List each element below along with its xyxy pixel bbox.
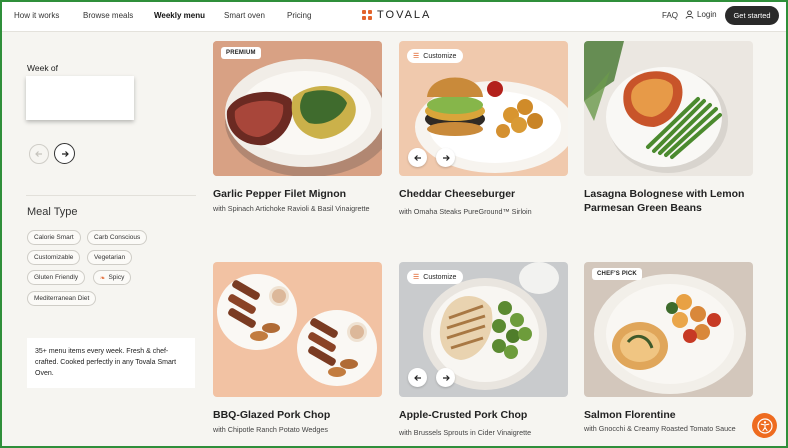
- filter-chip-gluten-friendly[interactable]: Gluten Friendly: [27, 270, 86, 285]
- arrow-left-icon: [35, 151, 42, 157]
- arrow-left-icon: [413, 374, 421, 381]
- brand-logo[interactable]: TOVALA: [362, 9, 431, 21]
- nav-smart-oven[interactable]: Smart oven: [224, 11, 265, 20]
- customize-badge[interactable]: ☰ Customize: [407, 49, 464, 63]
- arrow-right-icon: [442, 374, 450, 381]
- page: How it works Browse meals Weekly menu Sm…: [0, 0, 788, 448]
- chefs-pick-badge: CHEF'S PICK: [592, 268, 642, 280]
- filter-chip-mediterranean[interactable]: Mediterranean Diet: [27, 291, 97, 306]
- nav-how-it-works[interactable]: How it works: [14, 11, 59, 20]
- chili-icon: ❧: [100, 274, 106, 282]
- nav-weekly-menu[interactable]: Weekly menu: [154, 11, 205, 20]
- filter-chip-spicy-label: Spicy: [108, 274, 125, 281]
- meal-title[interactable]: Salmon Florentine: [584, 408, 759, 422]
- nav-pricing[interactable]: Pricing: [287, 11, 311, 20]
- accessibility-button[interactable]: [752, 413, 777, 438]
- meal-image-cheeseburger[interactable]: ☰ Customize: [399, 41, 568, 176]
- logo-mark-icon: [362, 10, 372, 20]
- sidebar-divider: [26, 195, 196, 196]
- sliders-icon: ☰: [413, 274, 420, 281]
- arrow-right-icon: [442, 154, 450, 161]
- image-prev-button[interactable]: [408, 368, 427, 387]
- meal-image-lasagna[interactable]: [584, 41, 753, 176]
- week-prev-button[interactable]: [29, 144, 49, 164]
- meal-type-heading: Meal Type: [27, 206, 78, 218]
- image-next-button[interactable]: [436, 148, 455, 167]
- login-label: Login: [697, 10, 717, 19]
- customize-label: Customize: [423, 273, 457, 281]
- arrow-right-icon: [61, 150, 69, 157]
- meal-image-filet-mignon[interactable]: PREMIUM: [213, 41, 382, 176]
- premium-badge: PREMIUM: [221, 47, 261, 59]
- meal-title[interactable]: BBQ-Glazed Pork Chop: [213, 408, 388, 422]
- filter-chip-calorie-smart[interactable]: Calorie Smart: [27, 230, 81, 245]
- customize-label: Customize: [423, 52, 457, 60]
- meal-title[interactable]: Cheddar Cheeseburger: [399, 187, 574, 201]
- meal-title[interactable]: Garlic Pepper Filet Mignon: [213, 187, 388, 201]
- meal-image-bbq-pork-chop[interactable]: [213, 262, 382, 397]
- meal-title[interactable]: Apple-Crusted Pork Chop: [399, 408, 574, 422]
- week-next-button[interactable]: [54, 143, 75, 164]
- person-icon: [685, 10, 694, 19]
- week-selector[interactable]: [26, 76, 134, 120]
- meal-subtitle: with Chipotle Ranch Potato Wedges: [213, 425, 328, 434]
- nav-faq[interactable]: FAQ: [662, 11, 678, 20]
- filter-chip-carb-conscious[interactable]: Carb Conscious: [87, 230, 148, 245]
- week-label: Week of: [27, 63, 59, 73]
- info-card: 35+ menu items every week. Fresh & chef-…: [27, 338, 195, 388]
- image-prev-button[interactable]: [408, 148, 427, 167]
- accessibility-icon: [756, 417, 773, 434]
- meal-subtitle: with Gnocchi & Creamy Roasted Tomato Sau…: [584, 424, 736, 433]
- meal-subtitle: with Brussels Sprouts in Cider Vinaigret…: [399, 428, 532, 437]
- meal-title[interactable]: Lasagna Bolognese with Lemon Parmesan Gr…: [584, 187, 759, 215]
- login-link[interactable]: Login: [685, 10, 717, 19]
- meal-subtitle: with Spinach Artichoke Ravioli & Basil V…: [213, 204, 370, 213]
- sliders-icon: ☰: [413, 53, 420, 60]
- filter-chip-spicy[interactable]: ❧ Spicy: [93, 270, 132, 285]
- sidebar: Week of Meal Type Calorie Smart Carb Con…: [2, 33, 202, 446]
- customize-badge[interactable]: ☰ Customize: [407, 270, 464, 284]
- get-started-button[interactable]: Get started: [725, 6, 779, 25]
- image-next-button[interactable]: [436, 368, 455, 387]
- meal-subtitle: with Omaha Steaks PureGround™ Sirloin: [399, 207, 532, 216]
- filter-chip-customizable[interactable]: Customizable: [27, 250, 81, 265]
- meal-image-salmon-florentine[interactable]: CHEF'S PICK: [584, 262, 753, 397]
- filter-chip-vegetarian[interactable]: Vegetarian: [87, 250, 133, 265]
- arrow-left-icon: [413, 154, 421, 161]
- meal-image-apple-crusted-pork-chop[interactable]: ☰ Customize: [399, 262, 568, 397]
- nav-browse-meals[interactable]: Browse meals: [83, 11, 133, 20]
- top-nav: How it works Browse meals Weekly menu Sm…: [2, 2, 786, 32]
- brand-name: TOVALA: [377, 9, 432, 21]
